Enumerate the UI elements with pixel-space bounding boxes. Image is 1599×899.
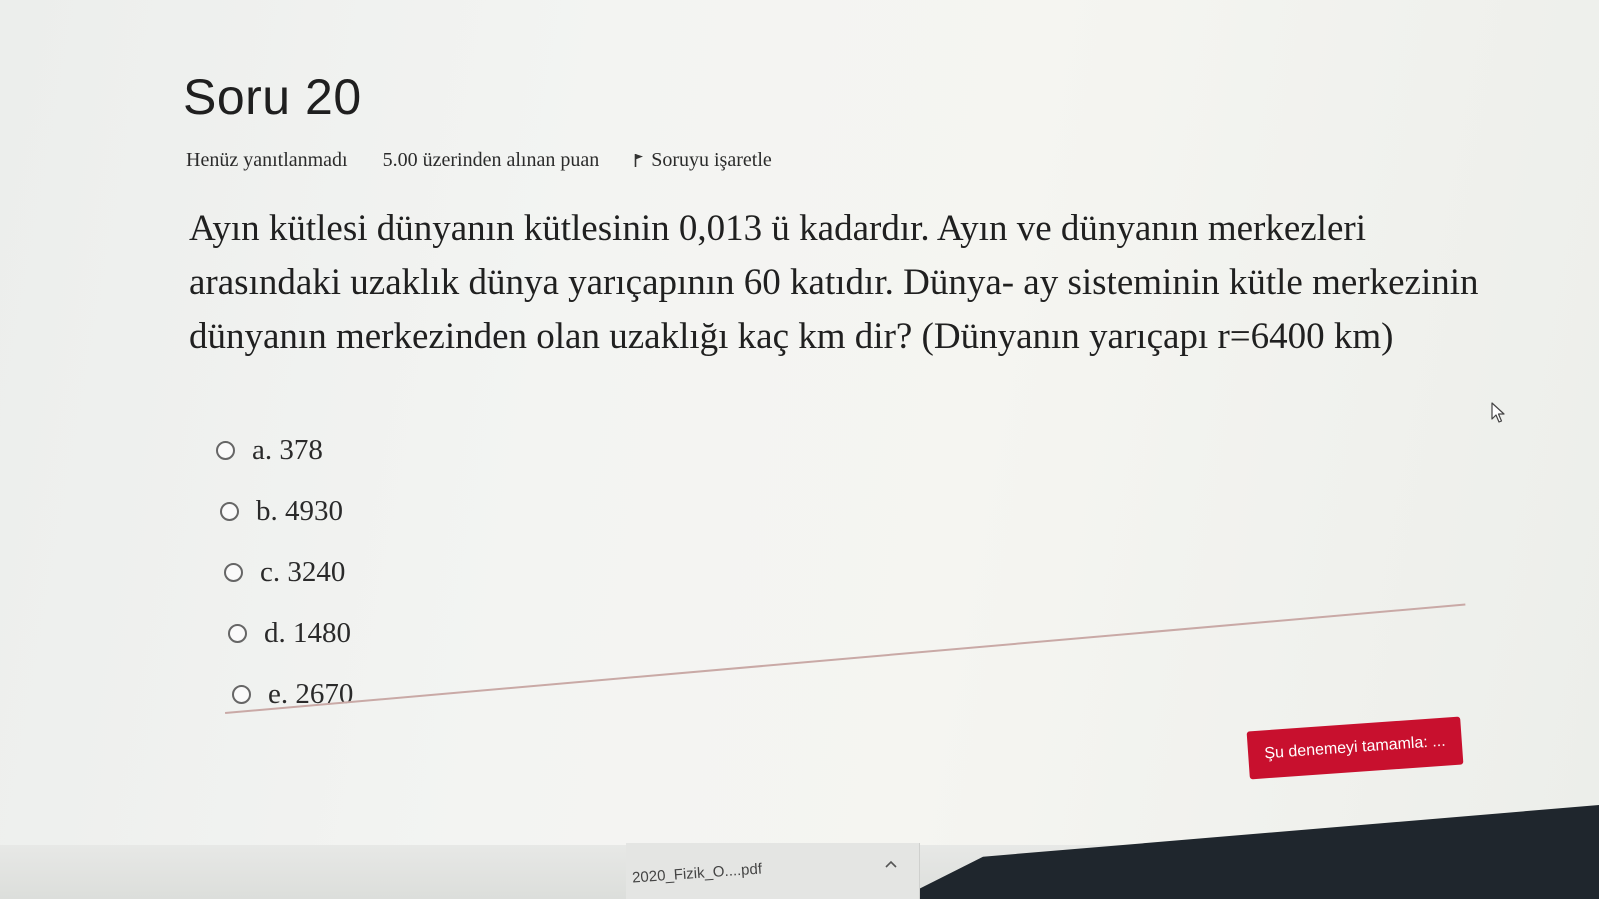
- answer-option-c[interactable]: c. 3240: [224, 542, 353, 603]
- chevron-up-icon[interactable]: [884, 859, 898, 869]
- question-status: Henüz yanıtlanmadı: [186, 148, 348, 171]
- radio-button[interactable]: [216, 441, 235, 460]
- answer-label: b. 4930: [256, 495, 343, 527]
- radio-button[interactable]: [220, 502, 239, 521]
- question-title: Soru 20: [183, 69, 362, 125]
- flag-question-label: Soruyu işaretle: [651, 149, 772, 172]
- question-grade: 5.00 üzerinden alınan puan: [382, 148, 600, 171]
- answer-label: a. 378: [252, 434, 323, 466]
- radio-button[interactable]: [232, 685, 251, 704]
- question-info: Henüz yanıtlanmadı 5.00 üzerinden alınan…: [186, 148, 772, 172]
- download-item[interactable]: 2020_Fizik_O....pdf: [626, 843, 920, 899]
- answer-option-e[interactable]: e. 2670: [232, 664, 353, 725]
- radio-button[interactable]: [224, 563, 243, 582]
- section-divider: [225, 603, 1466, 714]
- answer-label: c. 3240: [260, 556, 346, 588]
- answer-options: a. 378 b. 4930 c. 3240 d. 1480 e. 2670: [216, 420, 353, 725]
- flag-question-link[interactable]: Soruyu işaretle: [634, 148, 772, 172]
- finish-attempt-button[interactable]: Şu denemeyi tamamla: ...: [1246, 716, 1464, 780]
- radio-button[interactable]: [228, 624, 247, 643]
- answer-option-b[interactable]: b. 4930: [220, 481, 353, 542]
- answer-option-a[interactable]: a. 378: [216, 420, 353, 481]
- question-text: Ayın kütlesi dünyanın kütlesinin 0,013 ü…: [189, 208, 1479, 357]
- download-file-name: 2020_Fizik_O....pdf: [631, 860, 763, 887]
- flag-icon: [634, 154, 644, 168]
- mouse-cursor-icon: [1491, 402, 1505, 423]
- answer-option-d[interactable]: d. 1480: [228, 603, 353, 664]
- answer-label: d. 1480: [264, 617, 351, 649]
